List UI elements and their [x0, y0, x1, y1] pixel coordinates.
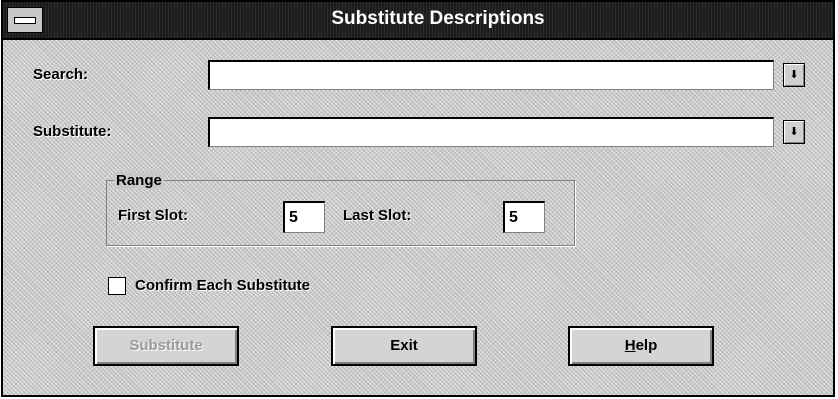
- confirm-each-substitute-label[interactable]: Confirm Each Substitute: [135, 277, 310, 294]
- down-arrow-icon: ⬇: [789, 125, 799, 138]
- search-dropdown-button[interactable]: ⬇: [783, 63, 805, 87]
- substitute-input[interactable]: [208, 117, 774, 147]
- help-mnemonic: H: [624, 337, 636, 354]
- exit-button[interactable]: Exit: [331, 326, 477, 366]
- confirm-each-substitute-checkbox[interactable]: [108, 277, 126, 295]
- help-label-rest: elp: [635, 337, 658, 354]
- search-label: Search:: [33, 66, 89, 83]
- substitute-button[interactable]: Substitute: [93, 326, 239, 366]
- substitute-dropdown-button[interactable]: ⬇: [783, 120, 805, 144]
- first-slot-label: First Slot:: [118, 207, 188, 224]
- title-bar: Substitute Descriptions: [3, 2, 833, 40]
- substitute-label: Substitute:: [33, 123, 112, 140]
- window-title: Substitute Descriptions: [331, 8, 545, 29]
- down-arrow-icon: ⬇: [789, 68, 799, 81]
- help-button[interactable]: Help: [568, 326, 714, 366]
- range-group-label: Range: [114, 172, 164, 189]
- range-group: Range First Slot: Last Slot:: [106, 172, 575, 246]
- system-menu-button[interactable]: [7, 7, 43, 33]
- first-slot-field[interactable]: [283, 201, 325, 233]
- substitute-descriptions-dialog: Substitute Descriptions Search: ⬇ Substi…: [1, 0, 835, 397]
- search-input[interactable]: [208, 60, 774, 90]
- system-menu-icon: [14, 17, 36, 24]
- last-slot-label: Last Slot:: [343, 207, 412, 224]
- last-slot-field[interactable]: [503, 201, 545, 233]
